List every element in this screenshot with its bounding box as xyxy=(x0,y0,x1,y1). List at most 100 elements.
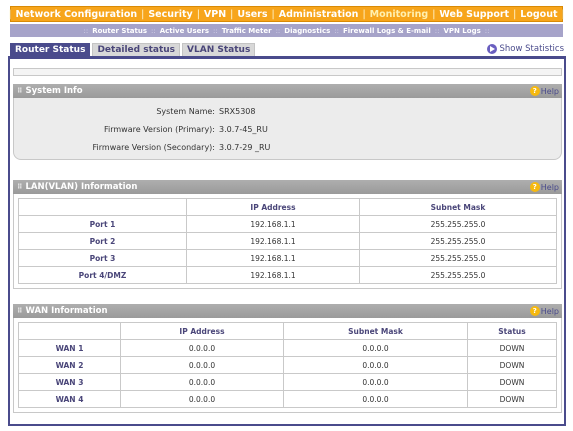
help-icon: ? xyxy=(529,306,540,316)
nav-separator: | xyxy=(432,8,436,20)
nav-security[interactable]: Security xyxy=(148,9,192,20)
nav-separator: | xyxy=(141,8,145,20)
nav-separator: | xyxy=(196,8,200,20)
subnet-mask: 0.0.0.0 xyxy=(283,373,468,391)
info-value: 3.0.7-45_RU xyxy=(219,124,268,134)
tab-vlan-status[interactable]: VLAN Status xyxy=(182,43,256,56)
main-nav: | Network Configuration | Security | VPN… xyxy=(8,6,565,22)
column-header: IP Address xyxy=(186,198,360,216)
status: DOWN xyxy=(467,339,557,357)
grip-icon: ⠿ xyxy=(17,307,23,315)
subnav-firewall-logs[interactable]: Firewall Logs & E-mail xyxy=(343,27,431,35)
column-header: Subnet Mask xyxy=(359,198,557,216)
help-label: Help xyxy=(540,182,559,192)
arrow-circle-icon xyxy=(486,44,497,54)
subnet-mask: 255.255.255.0 xyxy=(359,215,557,233)
lan-help[interactable]: ? Help xyxy=(529,182,559,192)
info-row: Firmware Version (Secondary): 3.0.7-29 _… xyxy=(14,138,561,156)
status: DOWN xyxy=(467,390,557,408)
nav-separator: | xyxy=(271,8,275,20)
subnet-mask: 255.255.255.0 xyxy=(359,266,557,284)
port-name: Port 1 xyxy=(18,215,187,233)
wan-name: WAN 3 xyxy=(18,373,121,391)
wan-name: WAN 4 xyxy=(18,390,121,408)
wan-section: ⠿ WAN Information ? Help IP Address Subn… xyxy=(13,304,562,413)
info-value: 3.0.7-29 _RU xyxy=(219,142,271,152)
system-info-title: System Info xyxy=(25,86,83,96)
subnav-separator: :: xyxy=(213,26,218,35)
grip-icon: ⠿ xyxy=(17,183,23,191)
grip-icon: ⠿ xyxy=(17,87,23,95)
status: DOWN xyxy=(467,356,557,374)
ip-address: 0.0.0.0 xyxy=(120,390,284,408)
info-row: System Name: SRX5308 xyxy=(14,102,561,120)
nav-monitoring[interactable]: Monitoring xyxy=(370,9,429,20)
wan-name: WAN 1 xyxy=(18,339,121,357)
info-label: Firmware Version (Primary): xyxy=(103,124,215,134)
nav-administration[interactable]: Administration xyxy=(279,9,359,20)
help-label: Help xyxy=(540,306,559,316)
subnav-active-users[interactable]: Active Users xyxy=(160,27,209,35)
status: DOWN xyxy=(467,373,557,391)
lan-table: IP Address Subnet Mask Port 1 192.168.1.… xyxy=(18,198,557,284)
subnet-mask: 0.0.0.0 xyxy=(283,339,468,357)
table-row: Port 1 192.168.1.1 255.255.255.0 xyxy=(18,215,557,233)
table-row: WAN 2 0.0.0.0 0.0.0.0 DOWN xyxy=(18,356,557,374)
port-name: Port 2 xyxy=(18,232,187,250)
subnav-router-status[interactable]: Router Status xyxy=(92,27,147,35)
nav-network-configuration[interactable]: Network Configuration xyxy=(16,9,138,20)
lan-title: LAN(VLAN) Information xyxy=(25,182,138,192)
table-row: Port 3 192.168.1.1 255.255.255.0 xyxy=(18,249,557,267)
subnav-separator: :: xyxy=(275,26,281,35)
subnet-mask: 0.0.0.0 xyxy=(283,356,468,374)
system-info-header: ⠿ System Info ? Help xyxy=(13,84,562,98)
subnav-vpn-logs[interactable]: VPN Logs xyxy=(443,27,480,35)
status-tabs: Router Status Detailed status VLAN Statu… xyxy=(10,43,256,56)
subnet-mask: 255.255.255.0 xyxy=(359,249,557,267)
ip-address: 192.168.1.1 xyxy=(186,215,360,233)
ip-address: 192.168.1.1 xyxy=(186,232,360,250)
content-frame: ⠿ System Info ? Help System Name: SRX530… xyxy=(8,56,566,426)
subnet-mask: 0.0.0.0 xyxy=(283,390,468,408)
nav-separator: | xyxy=(561,8,565,20)
system-info-body: System Name: SRX5308 Firmware Version (P… xyxy=(13,98,562,160)
port-name: Port 4/DMZ xyxy=(18,266,187,284)
show-statistics-label: Show Statistics xyxy=(499,44,565,54)
table-header-row: IP Address Subnet Mask xyxy=(18,198,557,216)
table-row: Port 2 192.168.1.1 255.255.255.0 xyxy=(18,232,557,250)
system-info-help[interactable]: ? Help xyxy=(529,86,559,96)
table-row: WAN 3 0.0.0.0 0.0.0.0 DOWN xyxy=(18,373,557,391)
subnav-diagnostics[interactable]: Diagnostics xyxy=(284,27,330,35)
table-header-row: IP Address Subnet Mask Status xyxy=(18,322,557,340)
top-strip xyxy=(13,68,562,76)
info-value: SRX5308 xyxy=(219,106,256,116)
port-name: Port 3 xyxy=(18,249,187,267)
lan-header: ⠿ LAN(VLAN) Information ? Help xyxy=(13,180,562,194)
nav-users[interactable]: Users xyxy=(237,9,267,20)
help-icon: ? xyxy=(529,182,540,192)
wan-name: WAN 2 xyxy=(18,356,121,374)
subnav-separator: :: xyxy=(83,26,89,35)
ip-address: 192.168.1.1 xyxy=(186,266,360,284)
tab-router-status[interactable]: Router Status xyxy=(10,43,91,56)
nav-web-support[interactable]: Web Support xyxy=(439,9,509,20)
column-header: Subnet Mask xyxy=(283,322,468,340)
table-row: Port 4/DMZ 192.168.1.1 255.255.255.0 xyxy=(18,266,557,284)
wan-help[interactable]: ? Help xyxy=(529,306,559,316)
nav-separator: | xyxy=(8,8,12,20)
ip-address: 0.0.0.0 xyxy=(120,373,284,391)
nav-vpn[interactable]: VPN xyxy=(204,9,226,20)
wan-header: ⠿ WAN Information ? Help xyxy=(13,304,562,318)
tab-detailed-status[interactable]: Detailed status xyxy=(92,43,181,56)
wan-table: IP Address Subnet Mask Status WAN 1 0.0.… xyxy=(18,322,557,408)
nav-logout[interactable]: Logout xyxy=(520,9,557,20)
subnav-traffic-meter[interactable]: Traffic Meter xyxy=(222,27,272,35)
column-header xyxy=(18,198,187,216)
info-label: System Name: xyxy=(156,106,215,116)
help-label: Help xyxy=(540,86,559,96)
show-statistics-link[interactable]: Show Statistics xyxy=(486,43,565,55)
info-row: Firmware Version (Primary): 3.0.7-45_RU xyxy=(14,120,561,138)
info-label: Firmware Version (Secondary): xyxy=(92,142,215,152)
lan-table-wrap: IP Address Subnet Mask Port 1 192.168.1.… xyxy=(13,194,562,289)
nav-separator: | xyxy=(362,8,366,20)
